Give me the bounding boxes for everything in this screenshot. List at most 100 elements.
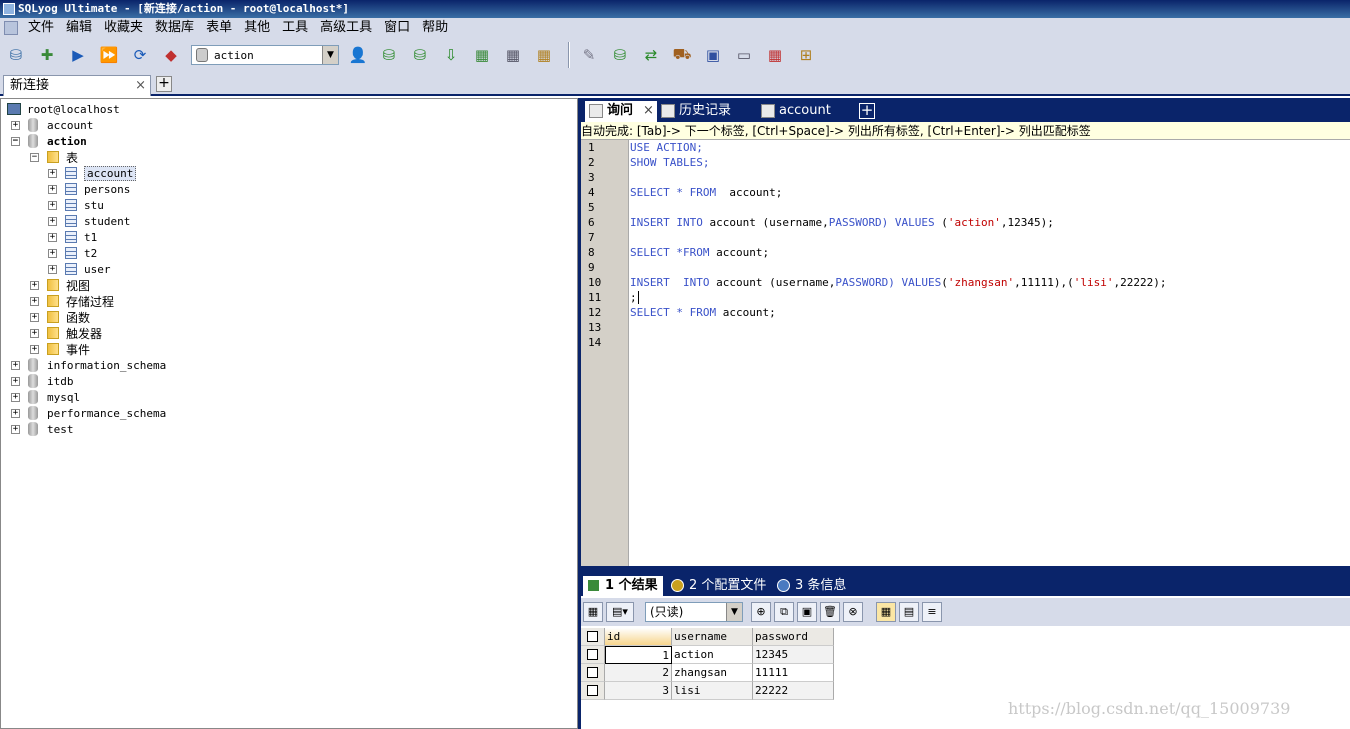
object-browser[interactable]: root@localhost + account − action − 表 + …: [0, 98, 578, 729]
tree-db-performance-schema[interactable]: + performance_schema: [11, 405, 166, 421]
tree-table-student[interactable]: + student: [48, 213, 130, 229]
row-checkbox[interactable]: [581, 664, 605, 682]
query-builder-icon[interactable]: ⊞: [793, 42, 819, 68]
new-connection-icon[interactable]: ⛁: [3, 42, 29, 68]
compare-icon[interactable]: ⇄: [638, 42, 664, 68]
column-header-username[interactable]: username: [672, 628, 753, 646]
collapse-icon[interactable]: −: [30, 152, 39, 162]
refresh-icon[interactable]: ⟳: [127, 42, 153, 68]
column-header-password[interactable]: password: [753, 628, 834, 646]
cell-password[interactable]: 12345: [753, 646, 834, 664]
menu-file[interactable]: 文件: [22, 18, 60, 38]
close-icon[interactable]: ×: [643, 103, 654, 118]
job-agent-icon[interactable]: ▣: [700, 42, 726, 68]
tab-connection[interactable]: 新连接 ×: [3, 75, 151, 96]
menu-other[interactable]: 其他: [238, 18, 276, 38]
tree-db-test[interactable]: + test: [11, 421, 74, 437]
expand-icon[interactable]: +: [30, 344, 39, 354]
tab-results[interactable]: 1 个结果: [583, 576, 663, 596]
insert-row-icon[interactable]: ⊕: [751, 602, 771, 622]
tree-table-persons[interactable]: + persons: [48, 181, 130, 197]
tree-folder-procedures[interactable]: + 存储过程: [30, 293, 114, 309]
expand-icon[interactable]: +: [48, 216, 57, 226]
cell-id[interactable]: 2: [605, 664, 672, 682]
expand-icon[interactable]: +: [30, 312, 39, 322]
schema-icon[interactable]: ▦: [531, 42, 557, 68]
shapes-icon[interactable]: ◆: [158, 42, 184, 68]
table-row[interactable]: 1 action 12345: [581, 646, 834, 664]
expand-icon[interactable]: +: [48, 168, 57, 178]
cell-username[interactable]: lisi: [672, 682, 753, 700]
save-icon[interactable]: ▣: [797, 602, 817, 622]
sync-icon[interactable]: ⛁: [607, 42, 633, 68]
expand-icon[interactable]: +: [48, 200, 57, 210]
tree-table-t2[interactable]: + t2: [48, 245, 97, 261]
menu-edit[interactable]: 编辑: [60, 18, 98, 38]
cell-password[interactable]: 11111: [753, 664, 834, 682]
export-icon[interactable]: ▦: [583, 602, 603, 622]
migration-icon[interactable]: ⛟: [669, 42, 695, 68]
menu-database[interactable]: 数据库: [149, 18, 200, 38]
expand-icon[interactable]: +: [48, 232, 57, 242]
expand-icon[interactable]: +: [11, 424, 20, 434]
execute-all-icon[interactable]: ⏩: [96, 42, 122, 68]
database-select[interactable]: action ▼: [191, 45, 339, 65]
table-data-icon[interactable]: ▦: [469, 42, 495, 68]
tab-query[interactable]: 询问 ×: [585, 101, 657, 122]
expand-icon[interactable]: +: [11, 376, 20, 386]
tree-db-itdb[interactable]: + itdb: [11, 373, 74, 389]
backup-icon[interactable]: ⛁: [376, 42, 402, 68]
tab-history[interactable]: 历史记录: [657, 101, 753, 122]
expand-icon[interactable]: +: [11, 392, 20, 402]
monitor-icon[interactable]: ▭: [731, 42, 757, 68]
tree-folder-events[interactable]: + 事件: [30, 341, 90, 357]
close-icon[interactable]: ×: [135, 76, 146, 96]
menu-help[interactable]: 帮助: [416, 18, 454, 38]
tab-account[interactable]: account: [757, 101, 853, 122]
tree-folder-triggers[interactable]: + 触发器: [30, 325, 102, 341]
expand-icon[interactable]: +: [48, 184, 57, 194]
expand-icon[interactable]: +: [48, 264, 57, 274]
expand-icon[interactable]: +: [11, 360, 20, 370]
expand-icon[interactable]: +: [30, 328, 39, 338]
delete-icon[interactable]: 🗑: [820, 602, 840, 622]
tree-server[interactable]: root@localhost: [7, 101, 120, 117]
tree-folder-functions[interactable]: + 函数: [30, 309, 90, 325]
tree-table-stu[interactable]: + stu: [48, 197, 104, 213]
menu-window[interactable]: 窗口: [378, 18, 416, 38]
tree-table-account[interactable]: + account: [48, 165, 137, 181]
execute-query-icon[interactable]: ▶: [65, 42, 91, 68]
grid-icon[interactable]: ▦: [500, 42, 526, 68]
eraser-icon[interactable]: ✎: [576, 42, 602, 68]
tree-folder-tables[interactable]: − 表: [30, 149, 78, 165]
restore-icon[interactable]: ⛁: [407, 42, 433, 68]
expand-icon[interactable]: +: [11, 120, 20, 130]
table-row[interactable]: 3 lisi 22222: [581, 682, 834, 700]
user-icon[interactable]: 👤: [345, 42, 371, 68]
tree-db-information-schema[interactable]: + information_schema: [11, 357, 166, 373]
tree-db-mysql[interactable]: + mysql: [11, 389, 80, 405]
select-all-checkbox[interactable]: [581, 628, 605, 646]
collapse-icon[interactable]: −: [11, 136, 20, 146]
menu-favorites[interactable]: 收藏夹: [98, 18, 149, 38]
new-query-icon[interactable]: ✚: [34, 42, 60, 68]
chevron-down-icon[interactable]: ▼: [726, 603, 742, 621]
row-checkbox[interactable]: [581, 682, 605, 700]
document-icon[interactable]: [4, 21, 18, 35]
expand-icon[interactable]: +: [30, 280, 39, 290]
result-mode-select[interactable]: (只读) ▼: [645, 602, 743, 622]
sql-editor[interactable]: USE ACTION; SHOW TABLES; SELECT * FROM a…: [630, 140, 1350, 566]
row-checkbox[interactable]: [581, 646, 605, 664]
tree-table-user[interactable]: + user: [48, 261, 111, 277]
form-view-icon[interactable]: ▤: [899, 602, 919, 622]
tree-db-account[interactable]: + account: [11, 117, 93, 133]
tree-folder-views[interactable]: + 视图: [30, 277, 90, 293]
tab-messages[interactable]: 3 条信息: [773, 576, 853, 596]
cell-id[interactable]: 1: [605, 646, 672, 664]
cell-id[interactable]: 3: [605, 682, 672, 700]
cancel-icon[interactable]: ⊗: [843, 602, 863, 622]
menu-table[interactable]: 表单: [200, 18, 238, 38]
text-view-icon[interactable]: ≡: [922, 602, 942, 622]
cell-password[interactable]: 22222: [753, 682, 834, 700]
duplicate-row-icon[interactable]: ⧉: [774, 602, 794, 622]
